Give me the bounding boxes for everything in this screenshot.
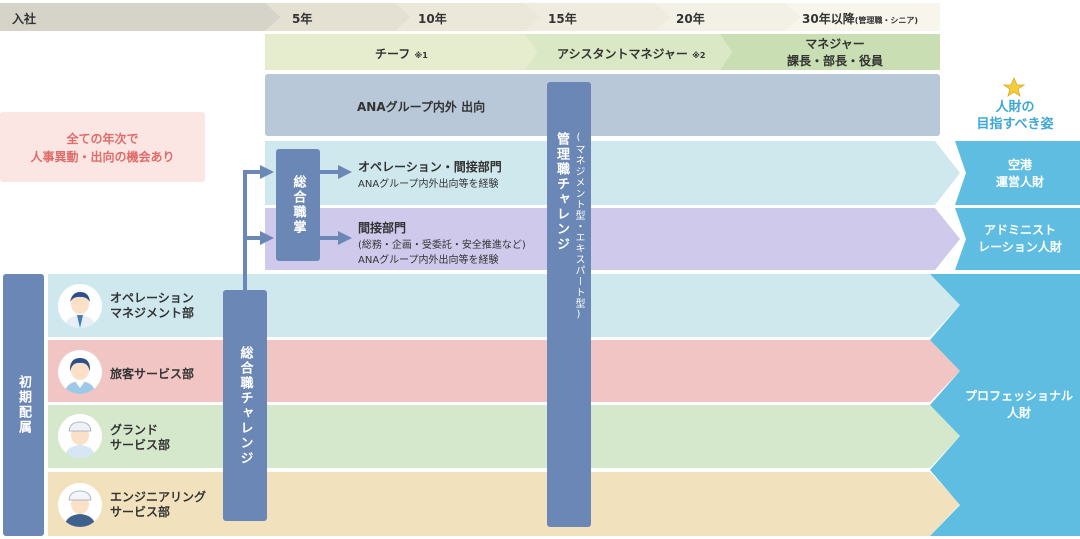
operation-path: オペレーション・間接部門 ANAグループ内外出向等を経験	[358, 158, 502, 190]
timeline-segment-3	[525, 3, 671, 31]
outcome-admin-line1: アドミニスト	[983, 223, 1056, 237]
initial-assignment-label: 初期配属	[16, 375, 31, 435]
ana-group-label: ANAグループ内外 出向	[357, 100, 486, 114]
all-years-line2: 人事異動・出向の機会あり	[30, 150, 175, 164]
avatar-passenger	[58, 350, 102, 394]
person-icon	[64, 490, 96, 527]
role-manager-line2: 課長・部長・役員	[786, 54, 883, 68]
indirect-path-sub1: (総務・企画・受委託・安全推進など)	[358, 240, 526, 251]
all-years-text: 全ての年次で 人事異動・出向の機会あり	[0, 128, 205, 168]
outcome-airport-line2: 運営人財	[995, 175, 1044, 189]
indirect-path-title: 間接部門	[358, 221, 407, 235]
role-manager: マネジャー 課長・部長・役員	[760, 36, 910, 68]
indirect-path-sub2: ANAグループ内外出向等を経験	[358, 255, 499, 266]
dept-ground-line2: サービス部	[110, 438, 171, 452]
management-challenge-label: 管理職チャレンジ	[554, 132, 569, 252]
all-years-line1: 全ての年次で	[66, 132, 139, 146]
role-assistant-note: ※2	[692, 51, 706, 60]
dept-engineering: エンジニアリング サービス部	[110, 490, 206, 520]
diagram-background	[0, 3, 1080, 536]
dept-operation-line1: オペレーション	[110, 291, 194, 305]
avatar-engineering	[58, 483, 102, 527]
management-challenge-bar: 管理職チャレンジ (マネジメント型・エキスパート型)	[547, 82, 591, 527]
timeline-last-label: 30年以降	[802, 12, 855, 26]
timeline-year-30: 30年以降(管理職・シニア)	[802, 10, 918, 27]
outcome-admin-line2: レーション人財	[978, 240, 1062, 254]
role-chief-label: チーフ	[375, 47, 411, 61]
dept-ground-line1: グランド	[110, 423, 159, 437]
role-assistant: アシスタントマネジャー ※2	[557, 45, 705, 62]
outcome-professional: プロフェッショナル 人財	[960, 387, 1078, 423]
operation-path-sub: ANAグループ内外出向等を経験	[358, 179, 499, 190]
operation-path-title: オペレーション・間接部門	[358, 160, 502, 174]
dept-band-ground	[48, 405, 960, 468]
initial-assignment-bar: 初期配属	[3, 274, 44, 536]
general-challenge-bar: 総合職チャレンジ	[223, 290, 267, 521]
indirect-path: 間接部門 (総務・企画・受委託・安全推進など) ANAグループ内外出向等を経験	[358, 219, 526, 266]
management-challenge-sub: (マネジメント型・エキスパート型)	[573, 132, 584, 321]
dept-engineering-line1: エンジニアリング	[110, 490, 207, 504]
goal-line2: 目指すべき姿	[976, 117, 1054, 132]
general-challenge-label: 総合職チャレンジ	[237, 345, 253, 466]
role-manager-line1: マネジャー	[805, 37, 865, 51]
dept-passenger: 旅客サービス部	[110, 367, 195, 381]
role-chief-note: ※1	[414, 51, 428, 60]
outcome-airport-line1: 空港	[1007, 158, 1032, 172]
timeline-year-20: 20年	[676, 12, 705, 26]
dept-engineering-line2: サービス部	[110, 505, 171, 519]
timeline-segment-2	[395, 3, 541, 31]
timeline-segment-1	[265, 3, 411, 31]
timeline-last-note: (管理職・シニア)	[854, 16, 919, 25]
outcome-admin: アドミニスト レーション人財	[965, 221, 1075, 257]
outcome-professional-line1: プロフェッショナル	[964, 389, 1073, 403]
person-icon	[64, 358, 96, 394]
general-post-bar: 総合職掌	[276, 149, 320, 261]
outcome-professional-line2: 人財	[1006, 406, 1031, 420]
dept-operation: オペレーション マネジメント部	[110, 291, 194, 321]
avatar-ground	[58, 414, 102, 458]
role-chief: チーフ ※1	[375, 45, 428, 62]
person-icon	[64, 421, 96, 458]
timeline-year-15: 15年	[548, 12, 577, 26]
dept-ground: グランド サービス部	[110, 423, 170, 453]
timeline-start: 入社	[12, 12, 37, 26]
goal-line1: 人財の	[995, 100, 1035, 115]
dept-operation-line2: マネジメント部	[110, 306, 195, 320]
avatar-operation	[58, 284, 102, 328]
goal-heading: 人財の 目指すべき姿	[960, 98, 1070, 134]
person-icon	[64, 292, 96, 328]
star-icon	[1002, 76, 1026, 97]
outcome-airport: 空港 運営人財	[965, 156, 1075, 192]
timeline-segment-0	[0, 3, 281, 31]
timeline-year-10: 10年	[418, 12, 447, 26]
role-assistant-label: アシスタントマネジャー	[557, 47, 688, 61]
general-post-label: 総合職掌	[290, 175, 306, 235]
timeline-year-5: 5年	[292, 12, 313, 26]
